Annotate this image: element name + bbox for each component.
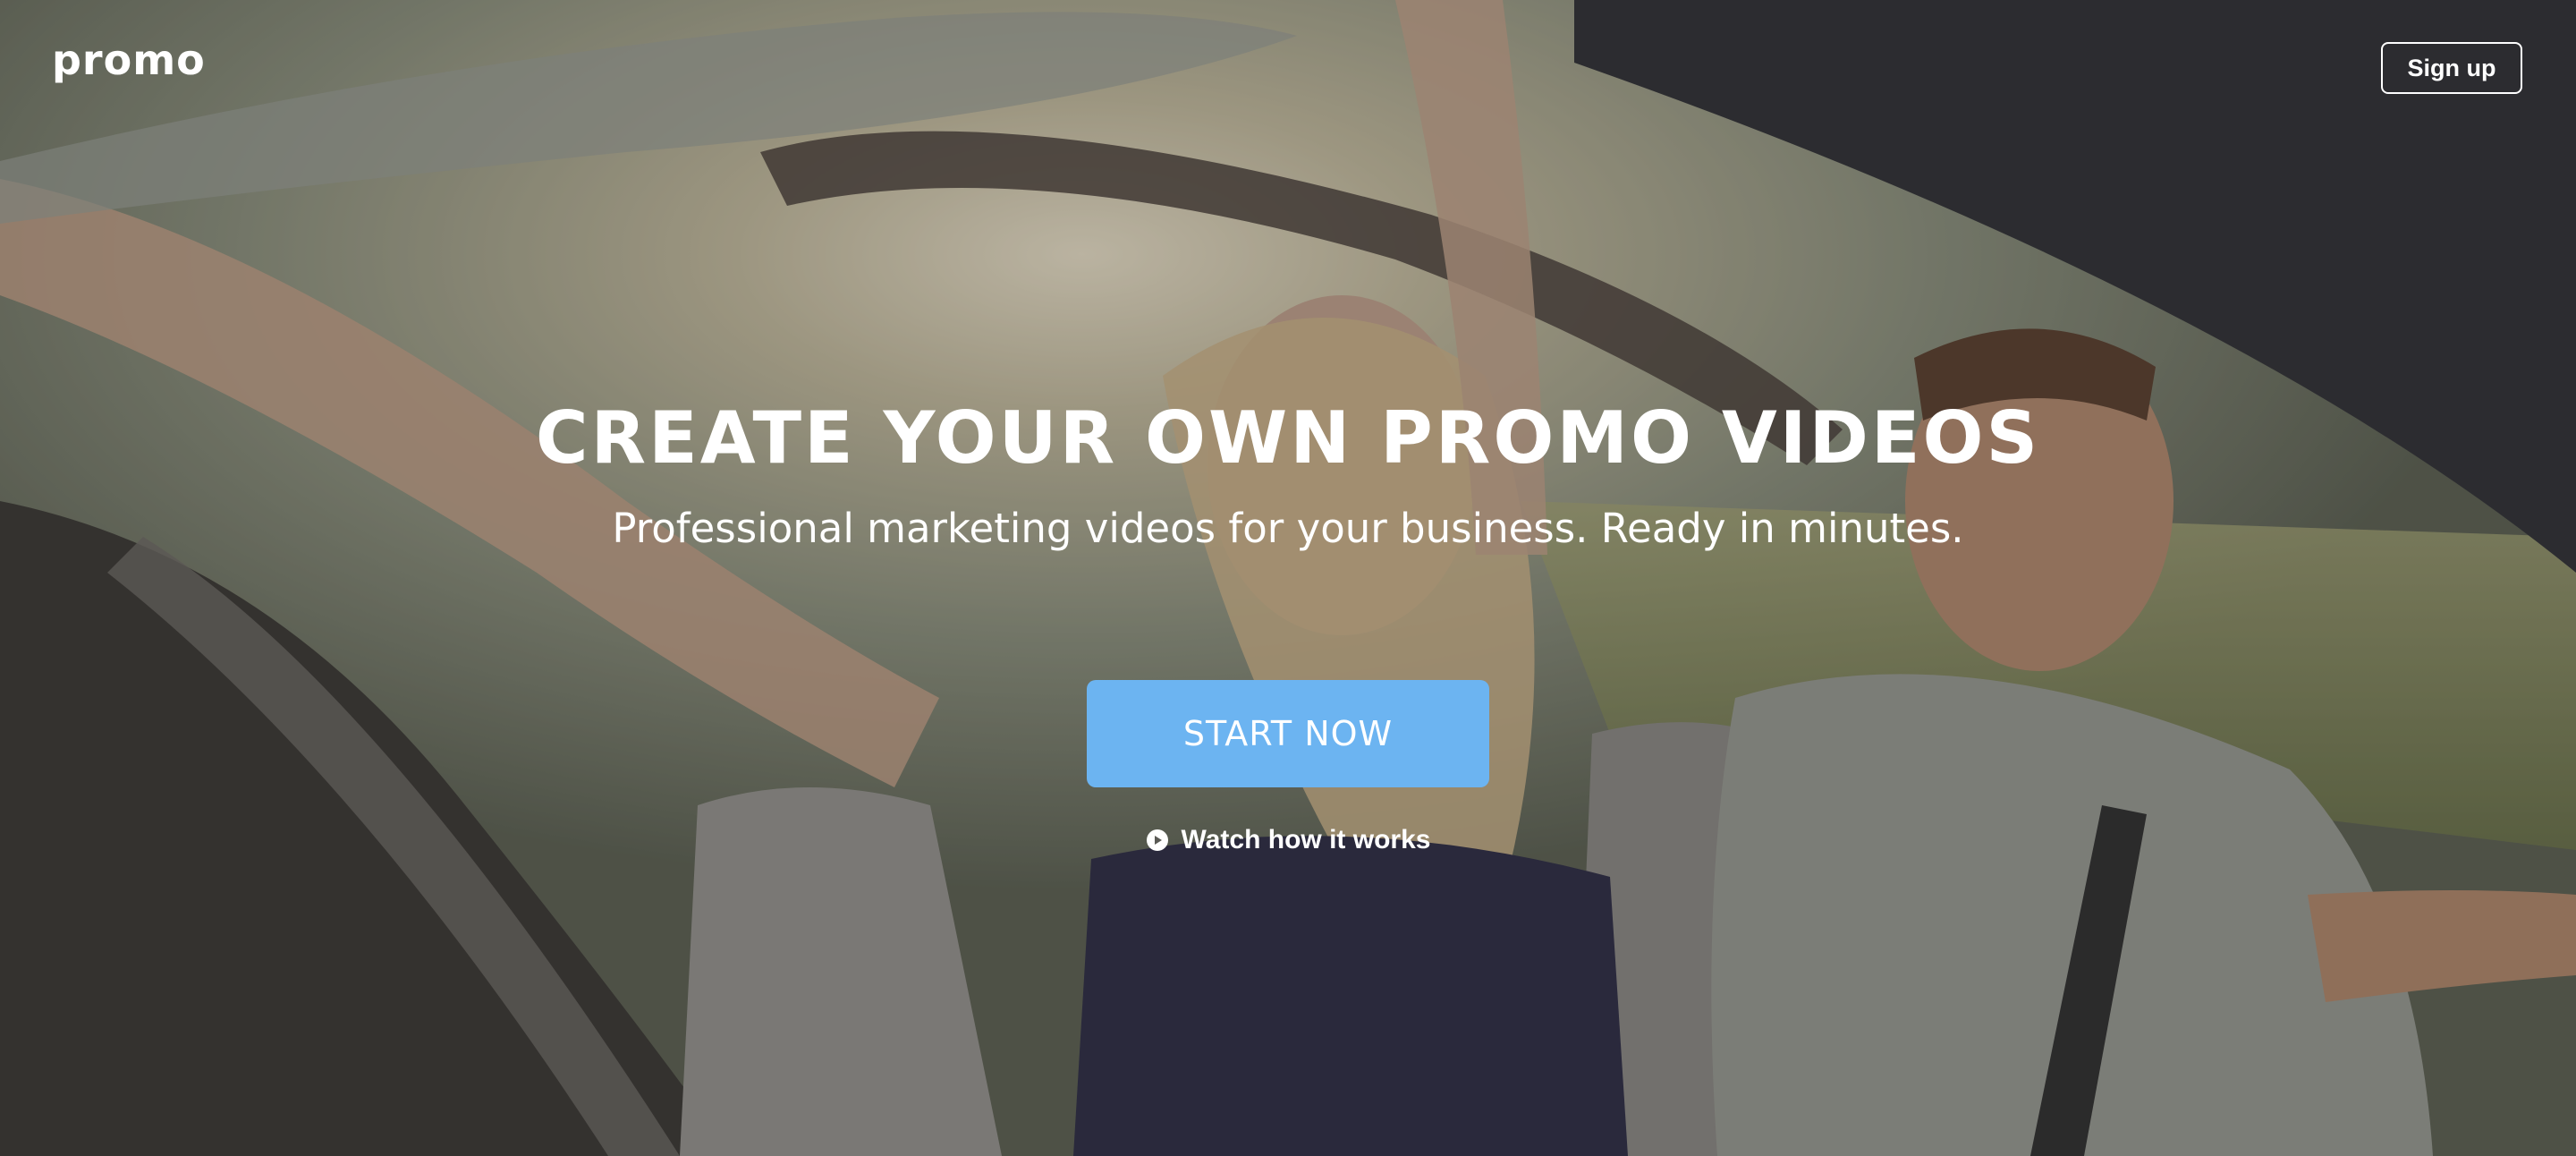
hero-section: promo Sign up CREATE YOUR OWN PROMO VIDE…: [0, 0, 2576, 1156]
hero-headline: CREATE YOUR OWN PROMO VIDEOS: [535, 396, 2041, 480]
watch-row: Watch how it works: [0, 787, 2576, 856]
hero-content: CREATE YOUR OWN PROMO VIDEOS Professiona…: [0, 394, 2576, 856]
hero-subheadline: Professional marketing videos for your b…: [612, 505, 1964, 552]
play-circle-icon: [1146, 829, 1168, 851]
top-navigation: promo Sign up: [0, 0, 2576, 125]
signup-button[interactable]: Sign up: [2381, 42, 2522, 94]
promo-logo[interactable]: promo: [52, 36, 206, 84]
watch-how-it-works-link[interactable]: Watch how it works: [1146, 825, 1431, 855]
start-now-button[interactable]: START NOW: [1087, 680, 1489, 787]
watch-label: Watch how it works: [1181, 825, 1431, 854]
